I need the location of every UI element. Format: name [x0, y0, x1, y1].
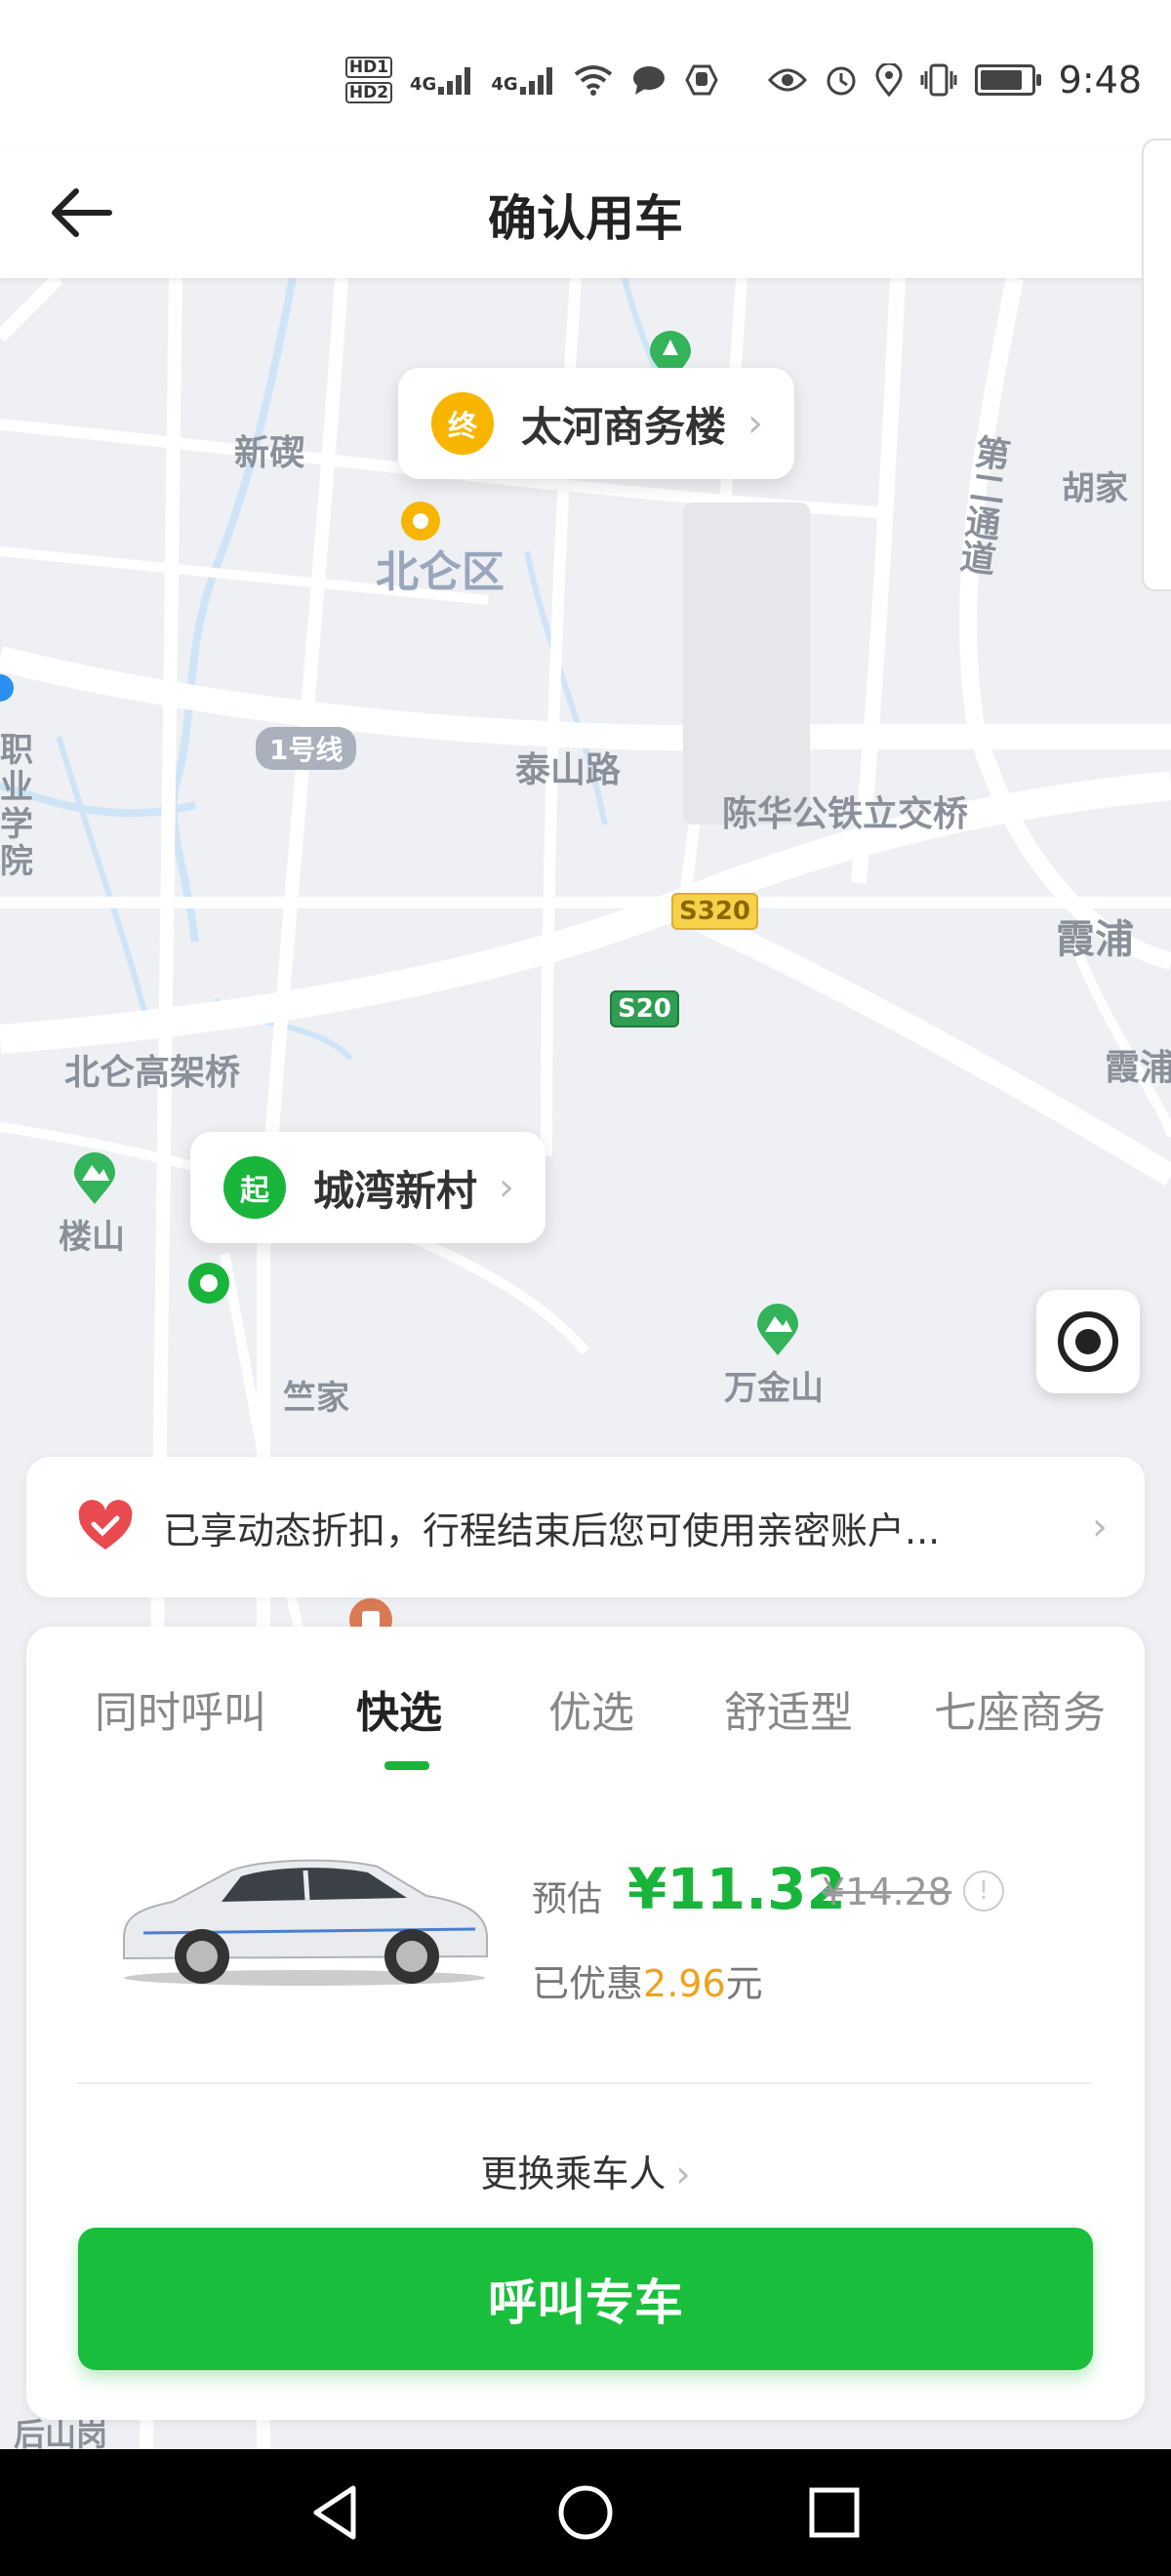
discount-prefix: 已优惠: [532, 1962, 644, 2005]
hd2-icon: HD2: [344, 82, 393, 103]
nav-back-icon[interactable]: [303, 2478, 371, 2547]
estimate-label: 预估: [532, 1879, 603, 1919]
target-icon: [1058, 1311, 1118, 1372]
estimated-price: ¥11.32: [627, 1856, 846, 1922]
map-label-hujia: 胡家: [1062, 469, 1128, 508]
destination-badge: 终: [431, 392, 494, 455]
map-label-wanjinshan: 万金山: [724, 1369, 824, 1408]
original-price: ¥14.28: [822, 1871, 951, 1913]
origin-dot: [188, 1263, 229, 1304]
discount-suffix: 元: [725, 1962, 763, 2005]
eye-icon: [767, 68, 807, 92]
discount-line: 已优惠2.96元: [532, 1953, 763, 2007]
car-image: [123, 1859, 488, 1986]
signal-2-icon: 4G: [491, 65, 554, 95]
hd1-icon: HD1: [344, 57, 393, 78]
destination-marker[interactable]: 终 太河商务楼 ›: [398, 368, 795, 479]
vibrate-icon: [920, 63, 957, 97]
location-icon: [875, 63, 903, 97]
change-passenger-link[interactable]: 更换乘车人 ›: [26, 2144, 1145, 2197]
map-label-loushan: 楼山: [59, 1218, 125, 1257]
page-title: 确认用车: [488, 190, 683, 247]
hand-icon: [684, 64, 718, 96]
system-nav-bar: [0, 2449, 1171, 2576]
mountain-pin-icon: [74, 1152, 115, 1204]
tab-simultaneous[interactable]: 同时呼叫: [95, 1677, 266, 1740]
ride-options-panel: 同时呼叫 快选 优选 舒适型 七座商务 预估 ¥11.32 ¥14.28 ! 已…: [26, 1627, 1145, 2420]
tab-quick-select[interactable]: 快选: [356, 1677, 442, 1740]
destination-dot: [401, 502, 440, 541]
origin-name: 城湾新村: [313, 1166, 478, 1215]
info-icon[interactable]: !: [963, 1871, 1004, 1912]
side-drawer-handle[interactable]: [1142, 139, 1171, 591]
discount-amount: 2.96: [643, 1962, 726, 2005]
hd-icons: HD1 HD2: [344, 57, 393, 103]
status-icons: HD1 HD2 4G 4G 9:48: [344, 57, 1142, 103]
map-label-xiapu-2: 霞浦: [1105, 1048, 1171, 1088]
chevron-right-icon: ›: [747, 401, 764, 446]
wifi-icon: [574, 65, 612, 96]
status-bar: HD1 HD2 4G 4G 9:48: [0, 0, 1171, 146]
chevron-right-icon: ›: [1092, 1505, 1108, 1550]
tab-seven-seater[interactable]: 七座商务: [934, 1677, 1106, 1740]
map-label-beilun-district: 北仑区: [376, 547, 505, 597]
ride-type-tabs: 同时呼叫 快选 优选 舒适型 七座商务: [26, 1677, 1145, 1765]
heart-icon: [78, 1500, 133, 1550]
destination-name: 太河商务楼: [521, 402, 727, 451]
origin-badge: 起: [223, 1156, 286, 1219]
nav-recent-icon[interactable]: [800, 2478, 868, 2547]
network-type-label: 4G: [410, 74, 437, 95]
message-icon: [632, 66, 665, 95]
map-label-zhujia: 竺家: [283, 1379, 349, 1418]
nav-home-icon[interactable]: [551, 2478, 620, 2547]
chevron-right-icon: ›: [675, 2153, 691, 2195]
road-shield-s20: S20: [610, 990, 679, 1027]
map-label-line1: 1号线: [256, 727, 357, 770]
signal-1-icon: 4G: [410, 65, 473, 95]
map-label-chenhua-bridge: 陈华公铁立交桥: [722, 794, 969, 834]
call-car-button[interactable]: 呼叫专车: [78, 2228, 1093, 2370]
network-type-label: 4G: [491, 74, 518, 95]
transit-pin-icon: [0, 674, 14, 702]
mountain-pin-icon: [757, 1304, 798, 1355]
battery-icon: [974, 64, 1041, 96]
tab-premium[interactable]: 优选: [548, 1677, 634, 1740]
active-tab-indicator: [384, 1761, 429, 1770]
header-bar: 确认用车: [0, 146, 1171, 278]
map-label-vocational: 职业学院: [0, 731, 33, 881]
map-label-xinqi: 新碶: [234, 433, 305, 473]
divider: [77, 2082, 1092, 2084]
alarm-icon: [827, 66, 856, 96]
notice-text: 已享动态折扣，行程结束后您可使用亲密账户...: [163, 1509, 941, 1552]
chevron-right-icon: ›: [499, 1165, 515, 1210]
status-time: 9:48: [1058, 59, 1142, 101]
tab-comfort[interactable]: 舒适型: [724, 1677, 853, 1740]
map-label-beilun-viaduct: 北仑高架桥: [64, 1053, 241, 1093]
change-passenger-label: 更换乘车人: [480, 2153, 666, 2195]
road-shield-s320: S320: [671, 893, 758, 930]
map-label-taishan-road: 泰山路: [515, 750, 622, 790]
discount-notice[interactable]: 已享动态折扣，行程结束后您可使用亲密账户... ›: [26, 1457, 1145, 1597]
origin-marker[interactable]: 起 城湾新村 ›: [190, 1132, 546, 1243]
locate-me-button[interactable]: [1036, 1290, 1140, 1393]
map-label-xiapu: 霞浦: [1056, 917, 1134, 962]
